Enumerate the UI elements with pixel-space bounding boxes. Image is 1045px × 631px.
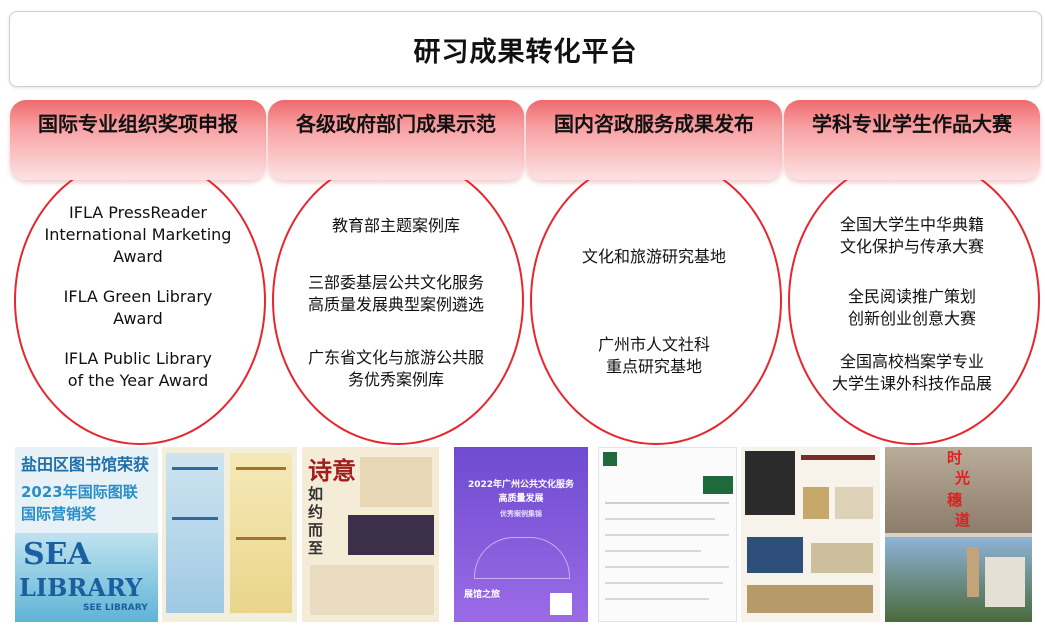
column-title: 国际专业组织奖项申报 bbox=[38, 112, 238, 136]
column-ellipse bbox=[530, 156, 782, 445]
item-ifla-green-library: IFLA Green Library Award bbox=[63, 287, 213, 328]
thumbnail-classics-catalog bbox=[741, 447, 880, 622]
column-title: 国内咨政服务成果发布 bbox=[554, 112, 754, 136]
item-guangzhou-research-base: 广州市人文社科 重点研究基地 bbox=[597, 335, 710, 376]
column-student-competitions: 学科专业学生作品大赛 全国大学生中华典籍 文化保护与传承大赛 全民阅读推广策划 … bbox=[784, 98, 1040, 445]
thumbnail-poem-poster: 诗意 如约而至 bbox=[302, 447, 439, 622]
item-guangdong-case-library: 广东省文化与旅游公共服 务优秀案例库 bbox=[307, 348, 484, 389]
item-reading-promotion-competition: 全民阅读推广策划 创新创业创意大赛 bbox=[847, 287, 976, 328]
thumbnail-strip: 盐田区图书馆荣获 2023年国际图联 国际营销奖 SEA LIBRARY SEE… bbox=[15, 447, 1032, 622]
item-ifla-pressreader: IFLA PressReader International Marketing… bbox=[44, 203, 232, 266]
qr-code-icon bbox=[550, 593, 572, 615]
platform-title: 研习成果转化平台 bbox=[413, 36, 638, 68]
item-culture-tourism-base: 文化和旅游研究基地 bbox=[581, 247, 726, 266]
thumbnail-sea-library-poster: 盐田区图书馆荣获 2023年国际图联 国际营销奖 SEA LIBRARY SEE… bbox=[15, 447, 158, 622]
thumbnail-case-cover: 2022年广州公共文化服务 高质量发展 优秀案例集锦 展馆之旅 bbox=[454, 447, 588, 622]
thumbnail-brochure bbox=[162, 447, 297, 622]
thumbnail-photo-collage: 时 光 穗 道 bbox=[885, 447, 1032, 622]
thumbnail-document bbox=[598, 447, 737, 622]
column-consulting-services: 国内咨政服务成果发布 文化和旅游研究基地 广州市人文社科 重点研究基地 bbox=[526, 98, 782, 445]
column-government-demonstration: 各级政府部门成果示范 教育部主题案例库 三部委基层公共文化服务 高质量发展典型案… bbox=[268, 98, 524, 445]
item-classics-competition: 全国大学生中华典籍 文化保护与传承大赛 bbox=[839, 215, 984, 256]
item-three-ministries-cases: 三部委基层公共文化服务 高质量发展典型案例遴选 bbox=[307, 273, 484, 314]
item-archives-exhibition: 全国高校档案学专业 大学生课外科技作品展 bbox=[831, 352, 992, 393]
item-moe-case-library: 教育部主题案例库 bbox=[331, 216, 460, 235]
column-international-awards: 国际专业组织奖项申报 IFLA PressReader Internationa… bbox=[10, 98, 266, 445]
item-ifla-public-library: IFLA Public Library of the Year Award bbox=[64, 349, 212, 390]
column-title: 各级政府部门成果示范 bbox=[296, 112, 496, 136]
column-title: 学科专业学生作品大赛 bbox=[812, 112, 1012, 136]
platform-title-box: 研习成果转化平台 bbox=[9, 11, 1042, 87]
